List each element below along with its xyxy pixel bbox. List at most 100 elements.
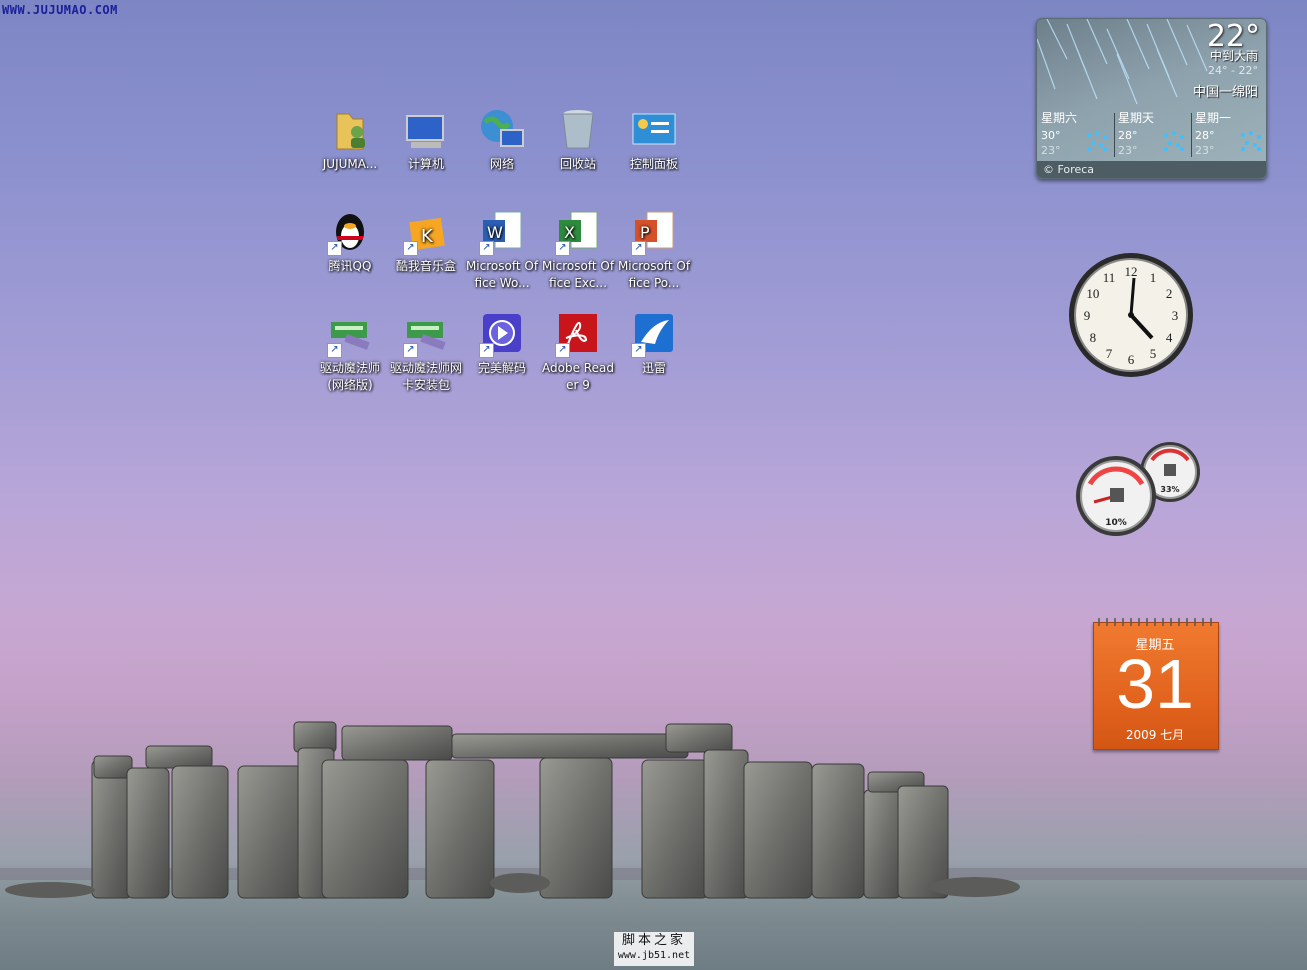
desktop-icon-powerpoint[interactable]: P ↗ Microsoft Office Po... <box>616 202 692 292</box>
user-folder-icon <box>325 104 375 154</box>
desktop-icon-network[interactable]: 网络 <box>464 100 540 173</box>
forecast-low: 23° <box>1118 144 1138 157</box>
clock-numeral: 3 <box>1172 308 1179 323</box>
powerpoint-icon: P ↗ <box>629 206 679 256</box>
desktop-icon-qq[interactable]: ↗ 腾讯QQ <box>312 202 388 275</box>
icon-label: 完美解码 <box>477 361 526 375</box>
adobe-reader-icon: ↗ <box>553 308 603 358</box>
forecast-day-name: 星期一 <box>1195 111 1232 125</box>
clock-numeral: 1 <box>1150 270 1157 285</box>
icon-label: Microsoft Office Po... <box>617 259 691 290</box>
shortcut-arrow-icon: ↗ <box>327 343 342 358</box>
shortcut-arrow-icon: ↗ <box>327 241 342 256</box>
forecast-high: 28° <box>1118 129 1138 142</box>
forecast-high: 30° <box>1041 129 1061 142</box>
desktop-icon-driver-wizard-nic[interactable]: ↗ 驱动魔法师网卡安装包 <box>388 304 464 394</box>
site-watermark: WWW.JUJUMAO.COM <box>2 3 118 17</box>
rain-drops-icon <box>1241 131 1261 151</box>
watermark-line2: www.jb51.net <box>617 950 691 961</box>
desktop-icon-thunder[interactable]: ↗ 迅雷 <box>616 304 692 377</box>
icon-label: 网络 <box>489 157 514 171</box>
svg-text:K: K <box>421 226 434 247</box>
desktop-icon-user-folder[interactable]: JUJUMA... <box>312 100 388 173</box>
clock-numeral: 12 <box>1125 264 1138 279</box>
memory-percent: 33% <box>1160 485 1179 494</box>
word-icon: W ↗ <box>477 206 527 256</box>
calendar-day: 31 <box>1116 645 1194 723</box>
icon-label: 迅雷 <box>641 361 666 375</box>
recycle-bin-icon <box>553 104 603 154</box>
shortcut-arrow-icon: ↗ <box>479 241 494 256</box>
svg-text:X: X <box>564 223 575 242</box>
icon-label: Microsoft Office Wo... <box>465 259 539 290</box>
excel-icon: X ↗ <box>553 206 603 256</box>
shortcut-arrow-icon: ↗ <box>555 241 570 256</box>
icon-label: 驱动魔法师(网络版) <box>319 361 380 392</box>
clock-numeral: 8 <box>1090 330 1097 345</box>
driver-wizard-icon: ↗ <box>401 308 451 358</box>
memory-chip-icon <box>1164 464 1176 476</box>
calendar-rings <box>1098 618 1212 626</box>
icon-label: 腾讯QQ <box>328 259 372 273</box>
desktop-icon-computer[interactable]: 计算机 <box>388 100 464 173</box>
desktop-icon-recycle-bin[interactable]: 回收站 <box>540 100 616 173</box>
calendar-year-month: 2009 七月 <box>1125 728 1185 742</box>
icon-label: 计算机 <box>407 157 444 171</box>
network-icon <box>477 104 527 154</box>
desktop-icon-control-panel[interactable]: 控制面板 <box>616 100 692 173</box>
forecast-day: 星期一 28° 23° <box>1191 109 1266 161</box>
thunder-icon: ↗ <box>629 308 679 358</box>
desktop-icon-excel[interactable]: X ↗ Microsoft Office Exc... <box>540 202 616 292</box>
watermark-line1: 脚本之家 <box>621 933 686 948</box>
clock-numeral: 7 <box>1106 346 1113 361</box>
weather-city: 中国一绵阳 <box>1192 85 1258 100</box>
desktop-icon-adobe-reader[interactable]: ↗ Adobe Reader 9 <box>540 304 616 394</box>
rain-drops-icon <box>1164 131 1184 151</box>
icon-label: 酷我音乐盒 <box>395 259 456 273</box>
weather-gadget[interactable]: 22° 中到大雨 24° - 22° 中国一绵阳 星期六 30° 23° 星期天… <box>1036 18 1267 179</box>
cpu-percent: 10% <box>1105 518 1127 528</box>
clock-numeral: 10 <box>1086 286 1099 301</box>
cpu-chip-icon <box>1110 488 1124 502</box>
clock-numeral: 5 <box>1150 346 1157 361</box>
qq-penguin-icon: ↗ <box>325 206 375 256</box>
rain-drops-icon <box>1087 131 1107 151</box>
kuwo-music-icon: K ↗ <box>401 206 451 256</box>
clock-numeral: 11 <box>1103 270 1116 285</box>
clock-gadget[interactable]: 12 12 3 45678 9 10 11 <box>1068 252 1194 378</box>
svg-text:W: W <box>487 223 503 242</box>
cpu-meter-gadget[interactable]: 33% 10% <box>1074 440 1204 540</box>
clock-numeral: 4 <box>1166 330 1173 345</box>
shortcut-arrow-icon: ↗ <box>631 241 646 256</box>
icon-label: 回收站 <box>559 157 596 171</box>
clock-numeral: 2 <box>1166 286 1173 301</box>
forecast-low: 23° <box>1041 144 1061 157</box>
desktop-icon-driver-wizard-net[interactable]: ↗ 驱动魔法师(网络版) <box>312 304 388 394</box>
svg-text:P: P <box>640 223 650 242</box>
icon-label: 驱动魔法师网卡安装包 <box>389 361 462 392</box>
forecast-day-name: 星期六 <box>1041 111 1078 125</box>
forecast-low: 23° <box>1195 144 1215 157</box>
media-player-icon: ↗ <box>477 308 527 358</box>
icon-label: 控制面板 <box>629 157 678 171</box>
forecast-day: 星期天 28° 23° <box>1114 109 1190 161</box>
computer-icon <box>401 104 451 154</box>
shortcut-arrow-icon: ↗ <box>403 241 418 256</box>
shortcut-arrow-icon: ↗ <box>555 343 570 358</box>
desktop-icon-word[interactable]: W ↗ Microsoft Office Wo... <box>464 202 540 292</box>
shortcut-arrow-icon: ↗ <box>479 343 494 358</box>
weather-condition: 中到大雨 <box>1209 49 1258 63</box>
control-panel-icon <box>629 104 679 154</box>
forecast-day: 星期六 30° 23° <box>1037 109 1113 161</box>
temperature-range: 24° - 22° <box>1208 64 1258 77</box>
clock-numeral: 6 <box>1128 352 1135 367</box>
forecast-high: 28° <box>1195 129 1215 142</box>
forecast-day-name: 星期天 <box>1118 111 1155 125</box>
desktop-icon-media-player[interactable]: ↗ 完美解码 <box>464 304 540 377</box>
weather-source-link[interactable]: © Foreca <box>1037 161 1266 178</box>
desktop-icon-kuwo[interactable]: K ↗ 酷我音乐盒 <box>388 202 464 275</box>
bottom-watermark: 脚本之家 www.jb51.net <box>614 932 694 966</box>
forecast-row: 星期六 30° 23° 星期天 28° 23° 星期一 28° 23° <box>1037 109 1266 161</box>
calendar-gadget[interactable]: 星期五 31 2009 七月 <box>1093 614 1219 750</box>
icon-label: JUJUMA... <box>322 157 378 171</box>
